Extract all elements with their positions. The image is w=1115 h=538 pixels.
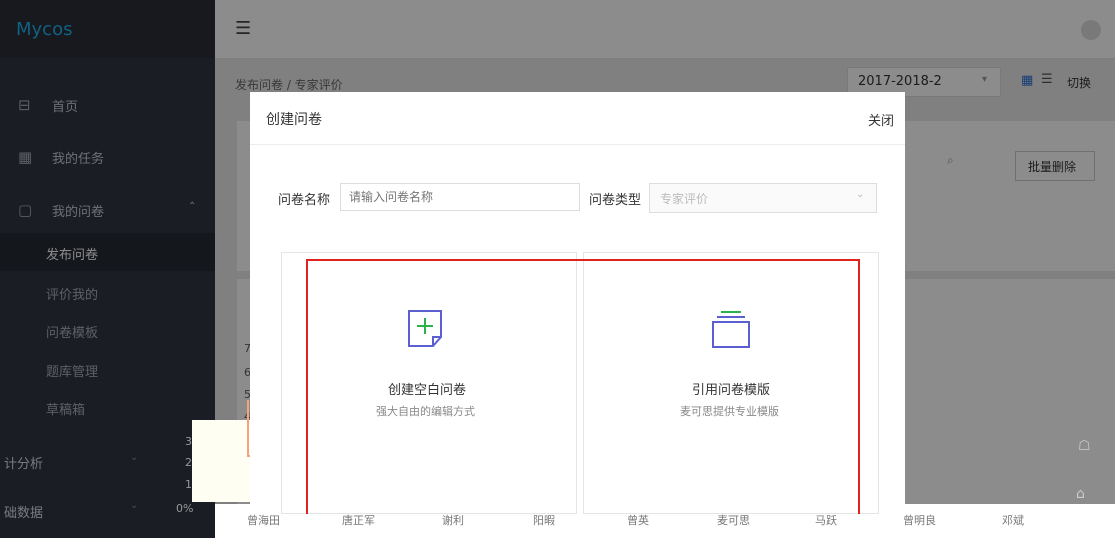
x-label: 麦可思: [717, 514, 750, 527]
modal-header: 创建问卷 关闭: [250, 92, 905, 145]
x-label: 曾明良: [903, 514, 936, 527]
close-button[interactable]: 关闭: [868, 110, 894, 129]
x-label: 阳暇: [533, 514, 555, 527]
create-survey-modal: 创建问卷 关闭 问卷名称 问卷类型 专家评价 ⌄ 创建空白问卷 强大自由的编辑方…: [250, 92, 905, 514]
y-tick: 2: [185, 456, 192, 469]
modal-title: 创建问卷: [266, 112, 322, 128]
y-tick: 3: [185, 435, 192, 448]
y-tick: 1: [185, 478, 192, 491]
survey-type-select[interactable]: 专家评价 ⌄: [649, 183, 877, 213]
x-label: 谢利: [442, 514, 464, 527]
x-label: 马跃: [815, 514, 837, 527]
chevron-down-icon: ⌄: [856, 189, 865, 200]
x-label: 曾海田: [247, 514, 280, 527]
feedback-icon[interactable]: ☖: [1078, 438, 1091, 454]
x-label: 曾英: [627, 514, 649, 527]
x-label: 邓斌: [1002, 514, 1024, 527]
red-highlight-box: [306, 259, 860, 514]
survey-name-input[interactable]: [340, 183, 580, 211]
name-label: 问卷名称: [278, 193, 331, 208]
type-label: 问卷类型: [589, 193, 642, 208]
x-label: 唐正军: [342, 514, 375, 527]
folder-icon[interactable]: ⌂: [1076, 486, 1085, 502]
y-tick: 0%: [176, 502, 194, 515]
